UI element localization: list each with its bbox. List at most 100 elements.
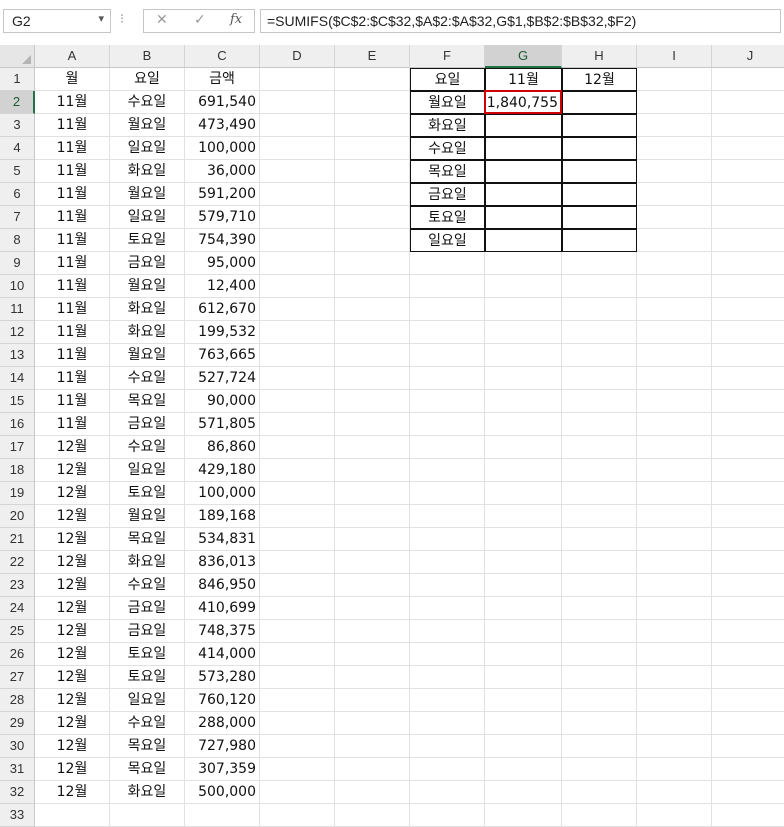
cell-c22[interactable]: 836,013: [185, 551, 260, 574]
cell-b14[interactable]: 수요일: [110, 367, 185, 390]
cell-g23[interactable]: [485, 574, 562, 597]
cell-h4[interactable]: [562, 137, 637, 160]
cell-f22[interactable]: [410, 551, 485, 574]
cell-g3[interactable]: [485, 114, 562, 137]
cell-f9[interactable]: [410, 252, 485, 275]
cell-d11[interactable]: [260, 298, 335, 321]
cell-b5[interactable]: 화요일: [110, 160, 185, 183]
cell-a7[interactable]: 11월: [35, 206, 110, 229]
cell-j20[interactable]: [712, 505, 784, 528]
cell-d1[interactable]: [260, 68, 335, 91]
cell-f10[interactable]: [410, 275, 485, 298]
cell-g1[interactable]: 11월: [485, 68, 562, 91]
cell-f18[interactable]: [410, 459, 485, 482]
cell-e15[interactable]: [335, 390, 410, 413]
cell-b17[interactable]: 수요일: [110, 436, 185, 459]
cell-j12[interactable]: [712, 321, 784, 344]
name-box[interactable]: G2 ▾: [3, 9, 111, 33]
cell-d26[interactable]: [260, 643, 335, 666]
row-header-20[interactable]: 20: [0, 505, 35, 528]
cell-e25[interactable]: [335, 620, 410, 643]
cell-j25[interactable]: [712, 620, 784, 643]
cell-i3[interactable]: [637, 114, 712, 137]
cell-e24[interactable]: [335, 597, 410, 620]
cell-c15[interactable]: 90,000: [185, 390, 260, 413]
cell-f32[interactable]: [410, 781, 485, 804]
cell-d12[interactable]: [260, 321, 335, 344]
cell-g29[interactable]: [485, 712, 562, 735]
cell-j10[interactable]: [712, 275, 784, 298]
row-header-18[interactable]: 18: [0, 459, 35, 482]
row-header-1[interactable]: 1: [0, 68, 35, 91]
cell-b27[interactable]: 토요일: [110, 666, 185, 689]
row-header-9[interactable]: 9: [0, 252, 35, 275]
cell-j13[interactable]: [712, 344, 784, 367]
cell-c28[interactable]: 760,120: [185, 689, 260, 712]
cell-a23[interactable]: 12월: [35, 574, 110, 597]
column-header-b[interactable]: B: [110, 45, 185, 68]
cell-e23[interactable]: [335, 574, 410, 597]
cell-a10[interactable]: 11월: [35, 275, 110, 298]
cell-b16[interactable]: 금요일: [110, 413, 185, 436]
cell-a12[interactable]: 11월: [35, 321, 110, 344]
cell-j22[interactable]: [712, 551, 784, 574]
cell-j32[interactable]: [712, 781, 784, 804]
cell-e18[interactable]: [335, 459, 410, 482]
cell-a2[interactable]: 11월: [35, 91, 110, 114]
cell-b6[interactable]: 월요일: [110, 183, 185, 206]
cell-j11[interactable]: [712, 298, 784, 321]
cell-d25[interactable]: [260, 620, 335, 643]
cell-i1[interactable]: [637, 68, 712, 91]
cell-c23[interactable]: 846,950: [185, 574, 260, 597]
cell-b25[interactable]: 금요일: [110, 620, 185, 643]
cell-g14[interactable]: [485, 367, 562, 390]
cell-f7[interactable]: 토요일: [410, 206, 485, 229]
cell-i15[interactable]: [637, 390, 712, 413]
cell-a27[interactable]: 12월: [35, 666, 110, 689]
enter-icon[interactable]: ✓: [194, 12, 206, 28]
cell-g20[interactable]: [485, 505, 562, 528]
insert-function-icon[interactable]: fx: [230, 12, 242, 27]
cell-h25[interactable]: [562, 620, 637, 643]
cell-j7[interactable]: [712, 206, 784, 229]
cell-b26[interactable]: 토요일: [110, 643, 185, 666]
cell-a28[interactable]: 12월: [35, 689, 110, 712]
cell-e3[interactable]: [335, 114, 410, 137]
cell-e7[interactable]: [335, 206, 410, 229]
cell-e11[interactable]: [335, 298, 410, 321]
row-header-6[interactable]: 6: [0, 183, 35, 206]
cell-a11[interactable]: 11월: [35, 298, 110, 321]
cell-c9[interactable]: 95,000: [185, 252, 260, 275]
cell-g25[interactable]: [485, 620, 562, 643]
cell-f1[interactable]: 요일: [410, 68, 485, 91]
row-header-21[interactable]: 21: [0, 528, 35, 551]
cell-f28[interactable]: [410, 689, 485, 712]
cell-j9[interactable]: [712, 252, 784, 275]
cell-i11[interactable]: [637, 298, 712, 321]
row-header-11[interactable]: 11: [0, 298, 35, 321]
cell-c14[interactable]: 527,724: [185, 367, 260, 390]
cell-g10[interactable]: [485, 275, 562, 298]
cell-a31[interactable]: 12월: [35, 758, 110, 781]
cell-h23[interactable]: [562, 574, 637, 597]
cell-j19[interactable]: [712, 482, 784, 505]
cell-a14[interactable]: 11월: [35, 367, 110, 390]
cell-g6[interactable]: [485, 183, 562, 206]
cell-f12[interactable]: [410, 321, 485, 344]
cell-d29[interactable]: [260, 712, 335, 735]
column-header-g[interactable]: G: [485, 45, 562, 68]
row-header-12[interactable]: 12: [0, 321, 35, 344]
cell-i20[interactable]: [637, 505, 712, 528]
row-header-5[interactable]: 5: [0, 160, 35, 183]
cell-g18[interactable]: [485, 459, 562, 482]
cell-c27[interactable]: 573,280: [185, 666, 260, 689]
cell-c25[interactable]: 748,375: [185, 620, 260, 643]
cell-f15[interactable]: [410, 390, 485, 413]
cell-c13[interactable]: 763,665: [185, 344, 260, 367]
row-header-15[interactable]: 15: [0, 390, 35, 413]
cell-j15[interactable]: [712, 390, 784, 413]
cell-j24[interactable]: [712, 597, 784, 620]
cell-j30[interactable]: [712, 735, 784, 758]
cell-e26[interactable]: [335, 643, 410, 666]
column-header-i[interactable]: I: [637, 45, 712, 68]
